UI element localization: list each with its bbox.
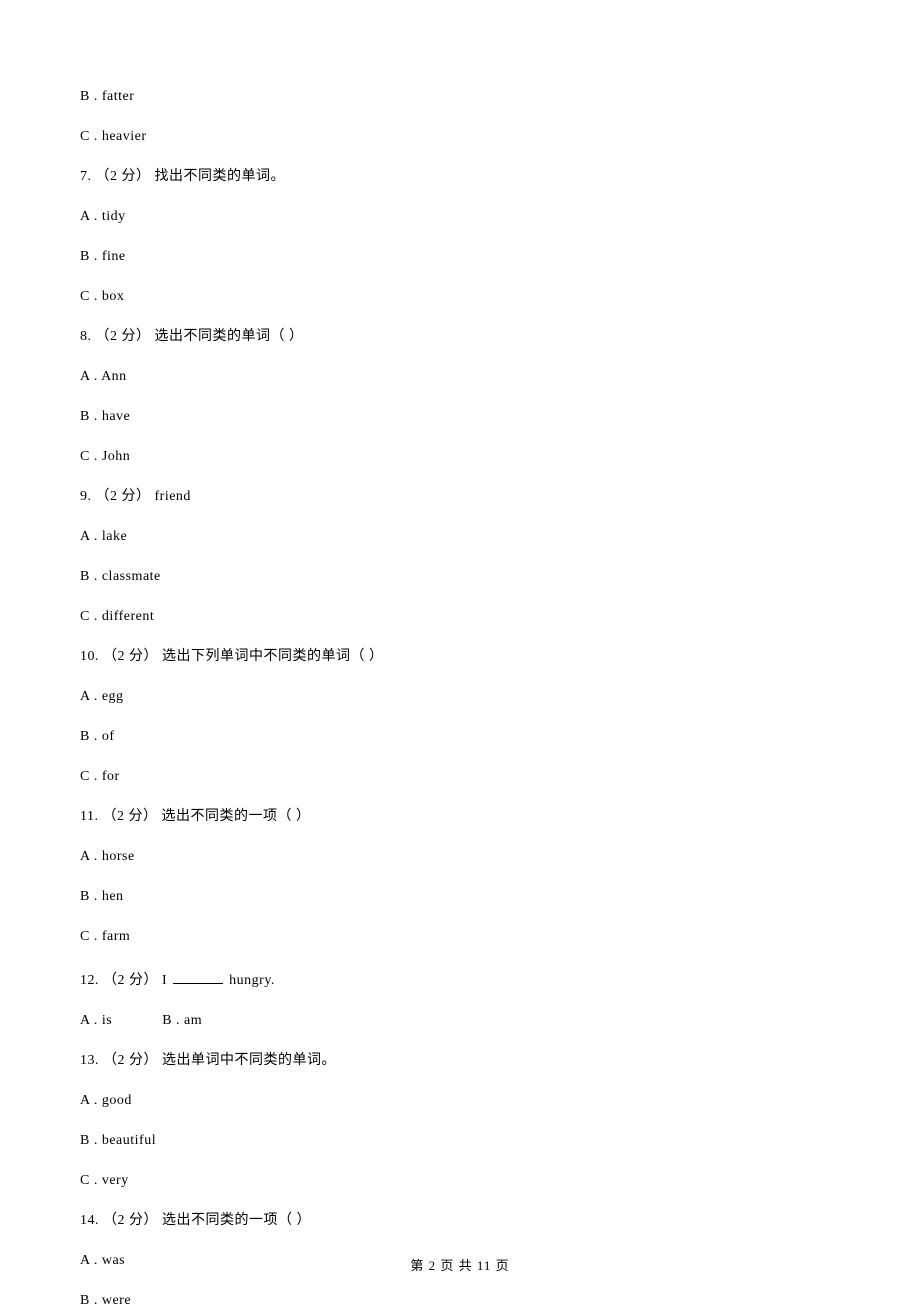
question-text: 12. （2 分） I hungry. xyxy=(80,970,840,988)
question-text: 11. （2 分） 选出不同类的一项（ ） xyxy=(80,810,840,824)
question-text: 9. （2 分） friend xyxy=(80,490,840,504)
option-text: C . heavier xyxy=(80,130,840,144)
question-text: 10. （2 分） 选出下列单词中不同类的单词（ ） xyxy=(80,650,840,664)
option-text: C . farm xyxy=(80,930,840,944)
option-text: B . were xyxy=(80,1294,840,1308)
option-text: A . Ann xyxy=(80,370,840,384)
option-text: A . tidy xyxy=(80,210,840,224)
option-text: C . box xyxy=(80,290,840,304)
question-suffix: hungry. xyxy=(225,973,275,988)
option-text: B . of xyxy=(80,730,840,744)
option-text: B . fatter xyxy=(80,90,840,104)
page-footer: 第 2 页 共 11 页 xyxy=(0,1259,920,1272)
question-text: 14. （2 分） 选出不同类的一项（ ） xyxy=(80,1214,840,1228)
option-text: B . hen xyxy=(80,890,840,904)
option-text: A . is xyxy=(80,1013,112,1028)
option-text: C . for xyxy=(80,770,840,784)
option-text: B . am xyxy=(162,1013,202,1028)
option-text: C . different xyxy=(80,610,840,624)
option-text: A . good xyxy=(80,1094,840,1108)
option-text: C . John xyxy=(80,450,840,464)
option-text: B . have xyxy=(80,410,840,424)
option-text: A . lake xyxy=(80,530,840,544)
option-text: A . horse xyxy=(80,850,840,864)
question-text: 13. （2 分） 选出单词中不同类的单词。 xyxy=(80,1054,840,1068)
option-text: A . egg xyxy=(80,690,840,704)
option-text: B . fine xyxy=(80,250,840,264)
option-row: A . is B . am xyxy=(80,1014,840,1028)
option-text: B . classmate xyxy=(80,570,840,584)
question-text: 8. （2 分） 选出不同类的单词（ ） xyxy=(80,330,840,344)
question-text: 7. （2 分） 找出不同类的单词。 xyxy=(80,170,840,184)
option-text: B . beautiful xyxy=(80,1134,840,1148)
fill-blank xyxy=(173,970,223,984)
option-text: C . very xyxy=(80,1174,840,1188)
question-prefix: 12. （2 分） I xyxy=(80,973,171,988)
